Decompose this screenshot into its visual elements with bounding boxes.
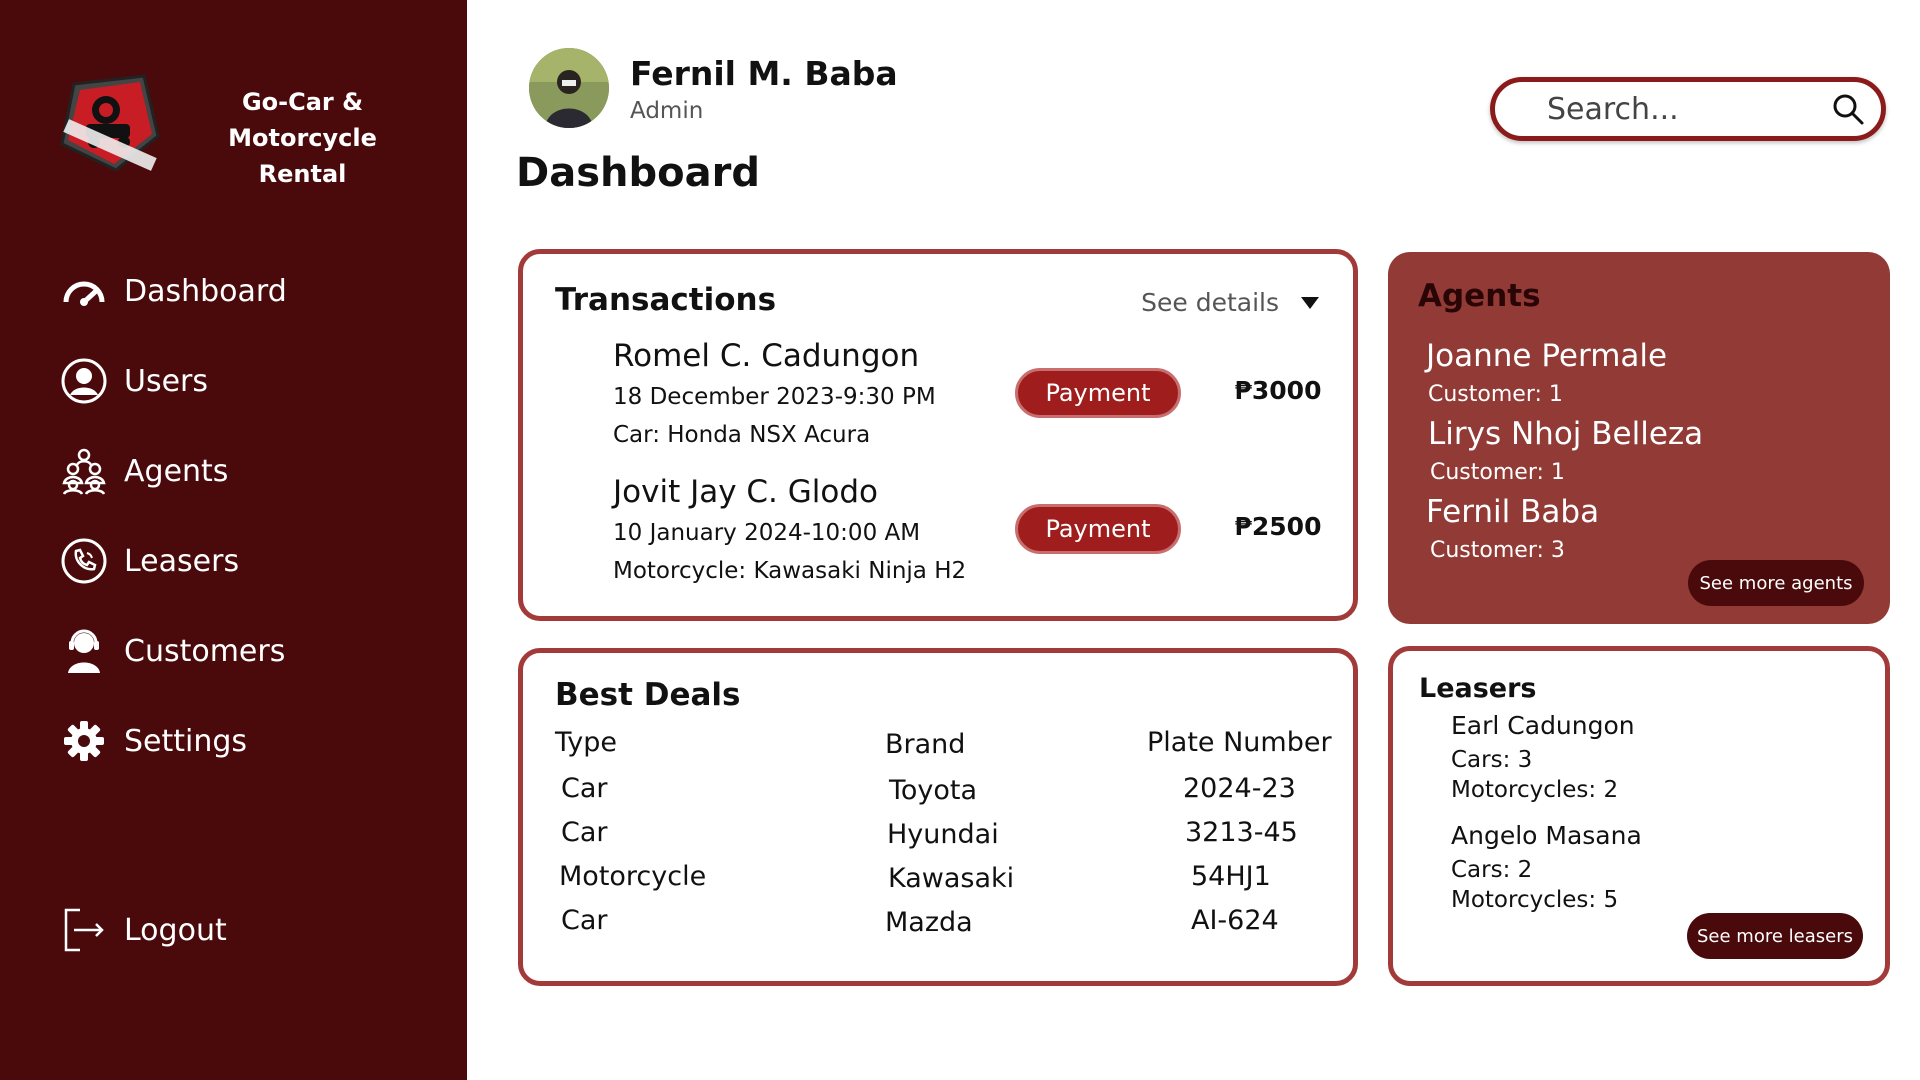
best-deals-card: Best Deals Type Brand Plate Number Car T… bbox=[518, 648, 1358, 986]
agents-title: Agents bbox=[1418, 278, 1541, 314]
sidebar-item-dashboard[interactable]: Dashboard bbox=[58, 246, 287, 336]
user-role: Admin bbox=[630, 98, 704, 124]
sidebar-item-label: Agents bbox=[124, 453, 229, 489]
column-header-type: Type bbox=[555, 727, 618, 758]
brand-line-1: Go-Car & Motorcycle bbox=[228, 88, 377, 152]
brand-name: Go-Car & Motorcycle Rental bbox=[170, 84, 435, 192]
deal-type: Car bbox=[561, 905, 608, 936]
leaser-cars: Cars: 3 bbox=[1451, 747, 1533, 773]
leasers-title: Leasers bbox=[1419, 673, 1537, 704]
transaction-amount: ₱2500 bbox=[1234, 512, 1322, 541]
transaction-vehicle: Motorcycle: Kawasaki Ninja H2 bbox=[613, 558, 967, 584]
leaser-cars: Cars: 2 bbox=[1451, 857, 1533, 883]
sidebar-item-settings[interactable]: Settings bbox=[58, 696, 287, 786]
sidebar-item-label: Dashboard bbox=[124, 273, 287, 309]
transaction-date: 10 January 2024-10:00 AM bbox=[613, 520, 921, 546]
sidebar: Go-Car & Motorcycle Rental Dashboard Use… bbox=[0, 0, 467, 1080]
search-icon[interactable] bbox=[1831, 92, 1865, 126]
column-header-plate: Plate Number bbox=[1147, 727, 1332, 758]
deal-brand: Hyundai bbox=[887, 819, 999, 850]
agent-customers: Customer: 1 bbox=[1428, 382, 1563, 407]
gear-icon bbox=[58, 715, 110, 767]
agent-customers: Customer: 1 bbox=[1430, 460, 1565, 485]
sidebar-item-users[interactable]: Users bbox=[58, 336, 287, 426]
sidebar-item-label: Leasers bbox=[124, 543, 240, 579]
see-more-leasers-button[interactable]: See more leasers bbox=[1687, 913, 1863, 959]
avatar[interactable] bbox=[529, 48, 609, 128]
deal-brand: Kawasaki bbox=[888, 863, 1015, 894]
logout-button[interactable]: Logout bbox=[58, 904, 227, 956]
rent-car-logo bbox=[54, 66, 164, 176]
deal-plate: 2024-23 bbox=[1183, 773, 1296, 804]
leaser-name[interactable]: Earl Cadungon bbox=[1451, 711, 1635, 740]
column-header-brand: Brand bbox=[885, 729, 966, 760]
sidebar-item-customers[interactable]: Customers bbox=[58, 606, 287, 696]
transactions-card: Transactions See details Romel C. Cadung… bbox=[518, 249, 1358, 621]
agent-name[interactable]: Lirys Nhoj Belleza bbox=[1428, 416, 1703, 452]
sidebar-item-label: Users bbox=[124, 363, 209, 399]
user-name: Fernil M. Baba bbox=[630, 54, 898, 93]
deal-plate: 3213-45 bbox=[1185, 817, 1298, 848]
see-details-label: See details bbox=[1141, 288, 1279, 317]
best-deals-title: Best Deals bbox=[555, 677, 741, 713]
agent-customers: Customer: 3 bbox=[1430, 538, 1565, 563]
transaction-name: Jovit Jay C. Glodo bbox=[613, 474, 879, 510]
sidebar-nav: Dashboard Users Agents Leasers Customers bbox=[58, 246, 287, 786]
leasers-card: Leasers Earl Cadungon Cars: 3 Motorcycle… bbox=[1388, 646, 1890, 986]
page-title: Dashboard bbox=[516, 150, 760, 196]
chevron-down-icon bbox=[1301, 296, 1319, 309]
deal-brand: Toyota bbox=[889, 775, 978, 806]
search-input[interactable] bbox=[1547, 91, 1817, 127]
transaction-date: 18 December 2023-9:30 PM bbox=[613, 384, 936, 410]
deal-type: Car bbox=[561, 773, 608, 804]
user-circle-icon bbox=[58, 355, 110, 407]
transaction-amount: ₱3000 bbox=[1234, 376, 1322, 405]
sidebar-item-leasers[interactable]: Leasers bbox=[58, 516, 287, 606]
search-box bbox=[1490, 77, 1886, 141]
logout-label: Logout bbox=[124, 912, 227, 948]
gauge-icon bbox=[58, 265, 110, 317]
deal-type: Motorcycle bbox=[559, 861, 707, 892]
agent-name[interactable]: Joanne Permale bbox=[1426, 338, 1667, 374]
agents-card: Agents Joanne Permale Customer: 1 Lirys … bbox=[1388, 252, 1890, 624]
deal-brand: Mazda bbox=[885, 907, 973, 938]
deal-plate: 54HJ1 bbox=[1191, 861, 1271, 892]
leaser-name[interactable]: Angelo Masana bbox=[1451, 821, 1642, 850]
leaser-motorcycles: Motorcycles: 5 bbox=[1451, 887, 1619, 913]
payment-button[interactable]: Payment bbox=[1015, 504, 1181, 554]
transactions-title: Transactions bbox=[555, 282, 777, 318]
agent-name[interactable]: Fernil Baba bbox=[1426, 494, 1599, 530]
group-icon bbox=[58, 445, 110, 497]
phone-icon bbox=[58, 535, 110, 587]
sidebar-item-agents[interactable]: Agents bbox=[58, 426, 287, 516]
see-more-agents-button[interactable]: See more agents bbox=[1688, 560, 1864, 606]
transaction-vehicle: Car: Honda NSX Acura bbox=[613, 422, 871, 448]
sidebar-item-label: Customers bbox=[124, 633, 286, 669]
brand-line-2: Rental bbox=[258, 160, 347, 188]
leaser-motorcycles: Motorcycles: 2 bbox=[1451, 777, 1619, 803]
deal-plate: AI-624 bbox=[1191, 905, 1279, 936]
transaction-name: Romel C. Cadungon bbox=[613, 338, 920, 374]
sidebar-item-label: Settings bbox=[124, 723, 248, 759]
deal-type: Car bbox=[561, 817, 608, 848]
support-icon bbox=[58, 625, 110, 677]
logout-icon bbox=[58, 904, 110, 956]
see-details-dropdown[interactable]: See details bbox=[1141, 288, 1319, 317]
payment-button[interactable]: Payment bbox=[1015, 368, 1181, 418]
